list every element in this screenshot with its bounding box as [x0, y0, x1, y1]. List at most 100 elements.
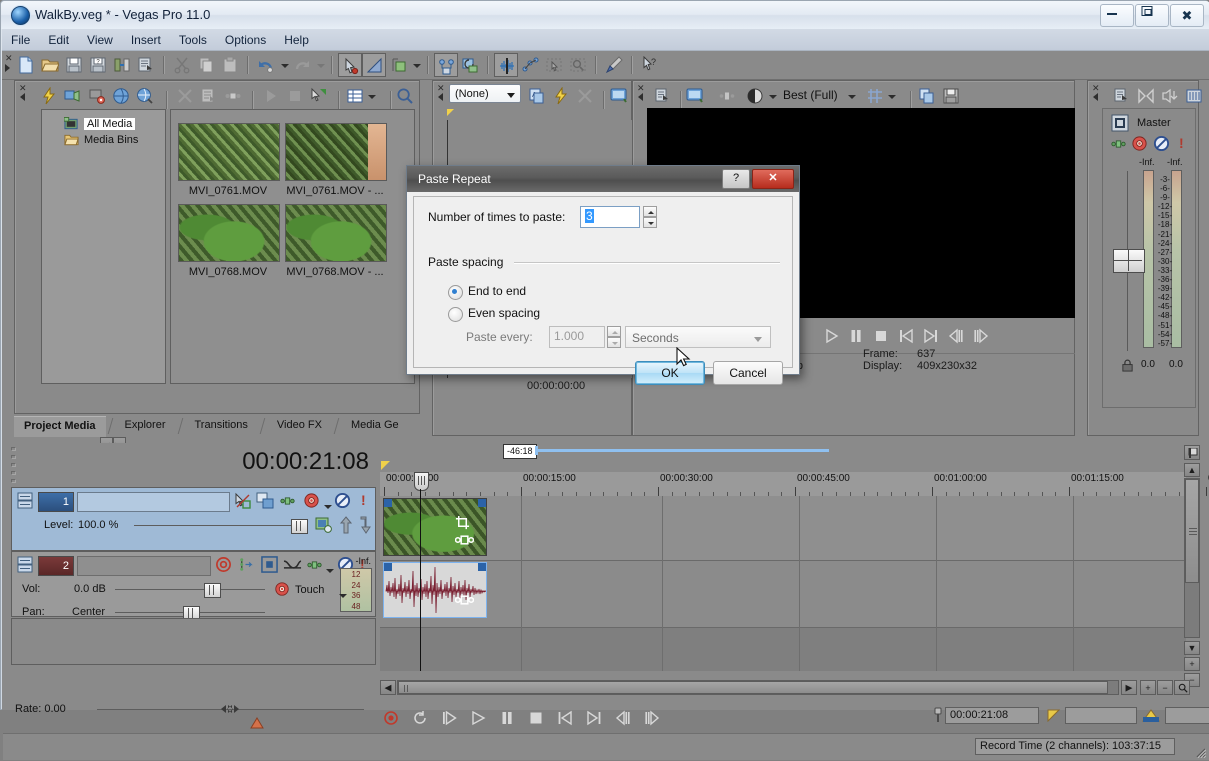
track-minimize-icon[interactable] [17, 492, 33, 510]
dialog-help-button[interactable]: ? [722, 169, 750, 189]
track-fx-chain-icon[interactable] [279, 493, 296, 509]
track-parent-up-icon[interactable] [339, 516, 353, 534]
trimmer-history-icon[interactable]: A [525, 84, 549, 108]
scroll-down-button[interactable]: ▼ [1184, 641, 1200, 655]
scroll-left-button[interactable]: ◀ [380, 680, 396, 695]
track-phase-invert-icon[interactable] [261, 556, 278, 573]
mixer-meter-icon[interactable] [1134, 84, 1158, 108]
tab-transitions[interactable]: Transitions [184, 416, 258, 436]
track-name-input-1[interactable] [77, 492, 230, 512]
track-automation-icon[interactable] [274, 581, 290, 597]
preview-quality-icon[interactable] [743, 84, 767, 108]
minimize-button[interactable] [1100, 4, 1134, 27]
cancel-button[interactable]: Cancel [713, 361, 783, 385]
maximize-button[interactable] [1135, 4, 1169, 27]
track-video-fx-icon[interactable] [303, 492, 320, 509]
track-solo-icon[interactable]: ! [361, 492, 366, 508]
overlays-icon[interactable] [863, 84, 887, 108]
rate-slider-knob[interactable] [215, 700, 245, 718]
track-number-2[interactable]: 2 [38, 556, 74, 576]
media-search-icon[interactable] [393, 84, 417, 108]
mixer-show-bus-tracks-icon[interactable] [1182, 84, 1206, 108]
preview-play-icon[interactable] [819, 324, 841, 346]
trimmer-display-icon[interactable] [607, 84, 631, 108]
time-ruler[interactable]: 00:00:00:00 00:00:15:00 00:00:30:00 00:00:4… [380, 472, 1209, 497]
preview-previous-frame-icon[interactable] [944, 324, 966, 346]
track-effects-icon[interactable] [315, 516, 333, 534]
number-of-times-spinner[interactable] [643, 206, 657, 228]
track-minimize-icon-2[interactable] [17, 556, 33, 574]
loop-playback-icon[interactable] [408, 706, 430, 728]
track-automation-dropdown-icon[interactable] [336, 583, 348, 599]
track-motion-icon[interactable] [234, 492, 252, 510]
menu-options[interactable]: Options [216, 29, 275, 50]
trimmer-dock-handle[interactable]: ✕ [435, 82, 447, 106]
views-list-icon[interactable] [343, 84, 367, 108]
undo-dropdown-icon[interactable] [278, 53, 290, 77]
tab-explorer[interactable]: Explorer [114, 416, 176, 436]
track-arm-record-icon[interactable] [215, 556, 232, 573]
preview-quality-dropdown2-icon[interactable] [845, 84, 857, 108]
play-from-start-icon[interactable] [437, 706, 459, 728]
spinner-down-button[interactable] [643, 217, 657, 228]
zoom-edit-tool-icon[interactable] [518, 53, 542, 77]
close-button[interactable]: ✖ [1170, 4, 1204, 27]
add-to-timeline-icon[interactable] [307, 84, 331, 108]
search-media-globe-icon[interactable] [133, 84, 157, 108]
vertical-scrollbar-track[interactable] [1184, 478, 1200, 638]
envelope-dropdown-icon[interactable] [410, 53, 422, 77]
clip-audio-fx-icon[interactable] [455, 593, 474, 607]
insert-envelope-icon[interactable] [386, 53, 410, 77]
menu-tools[interactable]: Tools [170, 29, 216, 50]
track-level-slider-knob-1[interactable] [291, 519, 308, 534]
master-fx-icon[interactable] [1131, 135, 1148, 152]
copy-snapshot-icon[interactable] [915, 84, 939, 108]
preview-go-to-start-icon[interactable] [894, 324, 916, 346]
render-as-icon[interactable] [110, 53, 134, 77]
track-name-input-2[interactable] [77, 556, 211, 576]
normal-edit-tool-icon[interactable] [338, 53, 362, 77]
zoom-tool-button[interactable] [1174, 680, 1190, 695]
track-automation-mode-2[interactable]: Touch [295, 584, 324, 596]
selection-tool-icon[interactable] [542, 53, 566, 77]
record-icon[interactable] [379, 706, 401, 728]
track-audio-fx-icon[interactable] [283, 557, 302, 572]
fader-lock-icon[interactable] [1121, 359, 1134, 372]
previous-frame-icon[interactable] [611, 706, 633, 728]
spinner-up-button[interactable] [643, 206, 657, 217]
get-photo-icon[interactable] [109, 84, 133, 108]
track-list-empty-area[interactable] [11, 618, 376, 665]
media-thumb-0[interactable] [178, 123, 280, 181]
media-thumb-2[interactable] [178, 204, 280, 262]
marker-bar[interactable]: -46:18 [380, 443, 1186, 461]
preview-stop-icon[interactable] [869, 324, 891, 346]
track-vol-slider-knob-2[interactable] [204, 583, 221, 598]
go-to-start-icon[interactable] [553, 706, 575, 728]
mixer-properties-icon[interactable] [1110, 84, 1134, 108]
auto-ripple-icon[interactable] [458, 53, 482, 77]
master-phase-icon[interactable] [1110, 136, 1127, 152]
preview-dock-handle[interactable]: ✕ [635, 82, 647, 106]
marker-overview-button[interactable] [1184, 445, 1200, 460]
paste-icon[interactable] [218, 53, 242, 77]
views-dropdown-icon[interactable] [365, 84, 377, 108]
import-media-icon[interactable] [37, 84, 61, 108]
fade-marker-icon[interactable] [1047, 709, 1061, 722]
master-fader-knob[interactable] [1113, 249, 1145, 273]
number-of-times-input[interactable]: 3 [580, 206, 640, 228]
tree-item-media-bins[interactable]: Media Bins [42, 132, 165, 148]
track-fx-dropdown-icon[interactable] [321, 494, 333, 512]
radio-even-spacing[interactable] [448, 307, 463, 322]
trimmer-source-select[interactable]: (None) [449, 84, 521, 103]
save-project-icon[interactable] [62, 53, 86, 77]
zoom-out-horizontal-button[interactable]: − [1157, 680, 1173, 695]
track-header-2[interactable]: 2 ! -Inf. 12 24 36 48 Vol: 0.0 dB Touch … [11, 551, 376, 621]
zoom-in-vertical-button[interactable]: + [1184, 657, 1200, 671]
cut-icon[interactable] [170, 53, 194, 77]
next-frame-icon[interactable] [640, 706, 662, 728]
preview-pause-icon[interactable] [844, 324, 866, 346]
timeline-dock-grip[interactable] [11, 447, 17, 491]
whats-this-icon[interactable]: ? [638, 53, 662, 77]
horizontal-scrollbar-thumb[interactable] [398, 681, 1108, 694]
master-mute-icon[interactable] [1153, 135, 1170, 152]
